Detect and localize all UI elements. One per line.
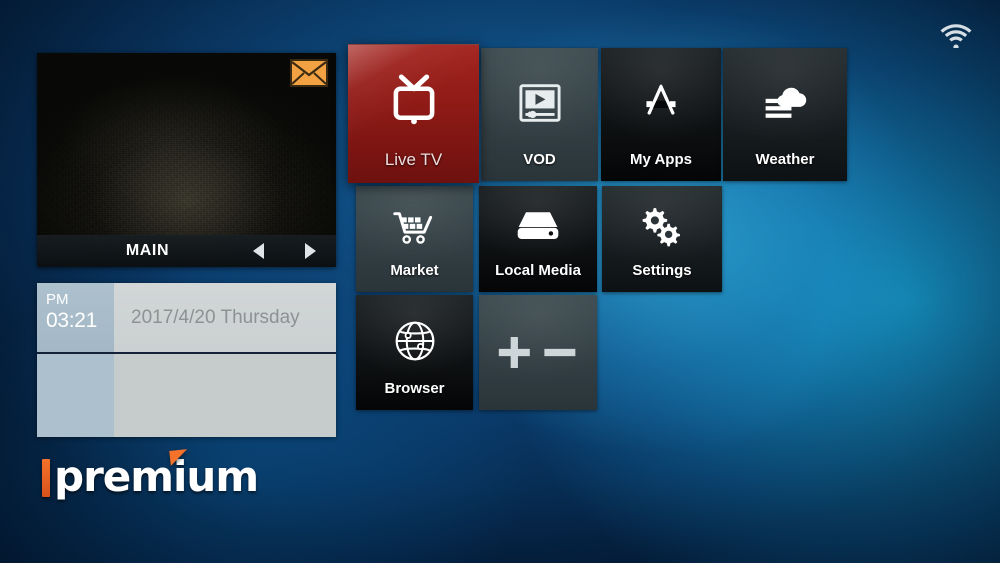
home-screen: MAIN PM 03:21 2017/4/20 Thursday premium [0, 0, 1000, 563]
logo-i-stem [42, 459, 50, 497]
triangle-right-icon [304, 243, 316, 259]
preview-next-button[interactable] [284, 235, 336, 267]
gears-icon [602, 186, 722, 262]
clock-panel-empty-left [37, 352, 114, 437]
tile-label: VOD [523, 151, 556, 168]
preview-channel-label: MAIN [125, 242, 170, 259]
clock-ampm: PM [46, 291, 69, 308]
tile-my-apps[interactable]: My Apps [601, 48, 721, 181]
hard-drive-icon [479, 186, 597, 262]
tile-vod[interactable]: VOD [481, 48, 598, 181]
tile-label: Market [390, 262, 439, 279]
logo-wordmark: premium [40, 449, 259, 501]
tile-label: Weather [755, 151, 815, 168]
tile-label: Local Media [495, 262, 581, 279]
clock-panel-empty-right [114, 352, 336, 437]
logo-text-label: premium [54, 452, 259, 501]
wifi-icon [940, 22, 972, 50]
tile-market[interactable]: Market [356, 186, 473, 292]
tile-local-media[interactable]: Local Media [479, 186, 597, 292]
video-preview-panel[interactable]: MAIN [37, 53, 336, 267]
clock-date-panel[interactable]: PM 03:21 2017/4/20 Thursday [37, 283, 336, 437]
clock-widget[interactable]: PM 03:21 [37, 283, 114, 352]
tile-settings[interactable]: Settings [602, 186, 722, 292]
tile-browser[interactable]: Browser [356, 295, 473, 410]
clock-time: 03:21 [46, 308, 98, 332]
date-text: 2017/4/20 Thursday [131, 306, 300, 328]
shopping-cart-icon [356, 186, 473, 262]
tile-label: Browser [384, 380, 445, 397]
tile-live-tv[interactable]: Live TV [348, 44, 479, 183]
preview-prev-button[interactable] [232, 235, 284, 267]
plus-minus-icon [497, 295, 579, 410]
preview-channel-bar: MAIN [37, 235, 336, 267]
tile-label: Live TV [384, 150, 443, 169]
video-player-icon [481, 48, 598, 151]
date-widget[interactable]: 2017/4/20 Thursday [114, 283, 336, 352]
cloud-icon [723, 48, 847, 151]
tile-add-remove[interactable] [479, 295, 597, 410]
triangle-left-icon [252, 243, 264, 259]
tile-label: Settings [632, 262, 692, 279]
tile-label: My Apps [630, 151, 692, 168]
envelope-icon[interactable] [290, 59, 328, 87]
tile-weather[interactable]: Weather [723, 48, 847, 181]
app-store-icon [601, 48, 721, 151]
tv-icon [348, 45, 479, 150]
logo-flag-icon [169, 449, 189, 466]
globe-icon [356, 295, 473, 380]
ipremium-logo: premium [40, 449, 259, 501]
